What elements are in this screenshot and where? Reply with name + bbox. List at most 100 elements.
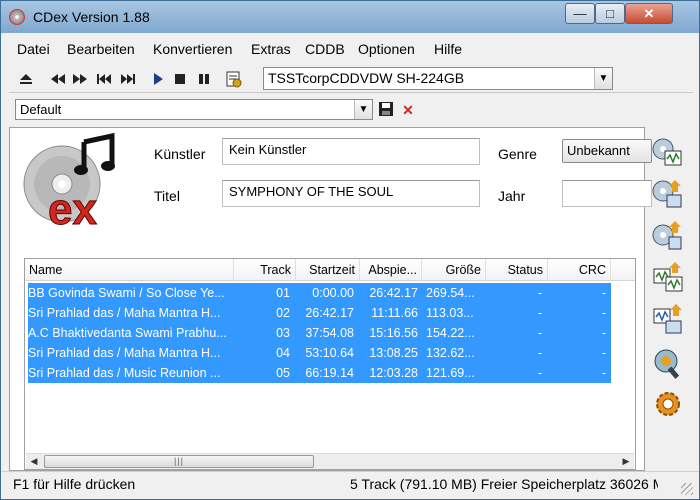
track-status: -: [537, 326, 542, 340]
scroll-right-icon[interactable]: ▶: [618, 454, 634, 469]
track-list[interactable]: Name Track Startzeit Abspie... Größe Sta…: [24, 258, 636, 470]
track-number: 01: [276, 286, 290, 300]
rewind-button[interactable]: [47, 69, 69, 89]
resize-grip[interactable]: [681, 483, 693, 495]
menu-bearbeiten[interactable]: Bearbeiten: [67, 41, 135, 57]
track-crc: -: [601, 326, 606, 340]
fast-forward-icon: [73, 74, 87, 84]
track-name: A.C Bhaktivedanta Swami Prabhu...: [28, 326, 227, 340]
menu-bar: Datei Bearbeiten Konvertieren Extras CDD…: [9, 39, 693, 61]
menu-optionen[interactable]: Optionen: [358, 41, 415, 57]
menu-extras[interactable]: Extras: [251, 41, 291, 57]
stop-button[interactable]: [169, 69, 191, 89]
settings-gear-icon[interactable]: [651, 387, 685, 421]
play-button[interactable]: [147, 69, 169, 89]
save-profile-button[interactable]: [377, 101, 395, 119]
window-title: CDex Version 1.88: [33, 9, 150, 25]
fast-forward-button[interactable]: [69, 69, 91, 89]
convert-mp3-icon[interactable]: [651, 303, 685, 337]
cd-drive-value: TSSTcorpCDDVDW SH-224GB: [268, 70, 465, 86]
chevron-down-icon: ▼: [354, 100, 372, 119]
table-row[interactable]: Sri Prahlad das / Music Reunion ... 05 6…: [28, 363, 611, 383]
close-button[interactable]: ✕: [625, 3, 673, 24]
horizontal-scrollbar[interactable]: ◀ ||| ▶: [26, 453, 634, 469]
column-track[interactable]: Track: [234, 259, 296, 281]
play-icon: [154, 73, 163, 85]
track-play-time: 13:08.25: [369, 346, 418, 360]
maximize-button[interactable]: □: [595, 3, 625, 24]
column-status[interactable]: Status: [486, 259, 548, 281]
column-crc[interactable]: CRC: [548, 259, 611, 281]
eject-button[interactable]: [15, 69, 37, 89]
track-size: 132.62...: [426, 346, 475, 360]
cdex-logo: ex: [23, 132, 115, 228]
genre-select[interactable]: Unbekannt: [562, 139, 652, 163]
table-row[interactable]: A.C Bhaktivedanta Swami Prabhu... 03 37:…: [28, 323, 611, 343]
skip-forward-icon: [121, 74, 135, 84]
column-name[interactable]: Name: [25, 259, 234, 281]
track-number: 05: [276, 366, 290, 380]
extract-wav-icon[interactable]: [651, 135, 685, 169]
track-start: 0:00.00: [312, 286, 354, 300]
title-bar[interactable]: CDex Version 1.88 — □ ✕: [1, 1, 699, 33]
year-label: Jahr: [498, 188, 526, 204]
table-row[interactable]: Sri Prahlad das / Maha Mantra H... 04 53…: [28, 343, 611, 363]
eject-icon: [20, 74, 32, 84]
menu-hilfe[interactable]: Hilfe: [434, 41, 462, 57]
year-input[interactable]: [562, 180, 652, 207]
scrollbar-thumb[interactable]: |||: [44, 455, 314, 468]
cd-info-button[interactable]: [223, 69, 245, 89]
status-disk-info: 5 Track (791.10 MB) Freier Speicherplatz…: [350, 476, 658, 492]
track-play-time: 12:03.28: [369, 366, 418, 380]
artist-input[interactable]: Kein Künstler: [222, 138, 480, 165]
track-name: Sri Prahlad das / Maha Mantra H...: [28, 346, 221, 360]
rewind-icon: [51, 74, 65, 84]
menu-konvertieren[interactable]: Konvertieren: [153, 41, 232, 57]
minimize-button[interactable]: —: [565, 3, 595, 24]
column-start[interactable]: Startzeit: [296, 259, 360, 281]
menu-datei[interactable]: Datei: [17, 41, 50, 57]
profile-toolbar: Default ▼ ✕: [9, 97, 693, 125]
title-input[interactable]: SYMPHONY OF THE SOUL: [222, 180, 480, 207]
genre-label: Genre: [498, 146, 537, 162]
track-start: 53:10.64: [305, 346, 354, 360]
track-size: 154.22...: [426, 326, 475, 340]
column-play-time[interactable]: Abspie...: [360, 259, 422, 281]
track-status: -: [537, 286, 542, 300]
track-crc: -: [601, 306, 606, 320]
play-files-icon[interactable]: [651, 347, 685, 381]
chevron-down-icon: ▼: [594, 68, 612, 89]
track-start: 37:54.08: [305, 326, 354, 340]
column-size[interactable]: Größe: [422, 259, 486, 281]
pause-button[interactable]: [193, 69, 215, 89]
player-toolbar: TSSTcorpCDDVDW SH-224GB ▼: [9, 65, 693, 93]
profile-select[interactable]: Default ▼: [15, 99, 373, 120]
status-bar: F1 für Hilfe drücken 5 Track (791.10 MB)…: [1, 471, 699, 499]
track-play-time: 11:11.66: [371, 306, 418, 320]
next-track-button[interactable]: [117, 69, 139, 89]
delete-profile-button[interactable]: ✕: [399, 101, 417, 119]
track-start: 26:42.17: [305, 306, 354, 320]
save-icon: [379, 102, 393, 116]
convert-wav-icon[interactable]: [651, 261, 685, 295]
cdex-app-icon: [9, 9, 25, 25]
stop-icon: [175, 74, 185, 84]
track-number: 04: [276, 346, 290, 360]
track-crc: -: [601, 346, 606, 360]
table-row[interactable]: Sri Prahlad das / Maha Mantra H... 02 26…: [28, 303, 611, 323]
track-start: 66:19.14: [305, 366, 354, 380]
scroll-left-icon[interactable]: ◀: [26, 454, 42, 469]
artist-label: Künstler: [154, 146, 206, 162]
previous-track-button[interactable]: [93, 69, 115, 89]
extract-partial-icon[interactable]: [651, 219, 685, 253]
cd-drive-select[interactable]: TSSTcorpCDDVDW SH-224GB ▼: [263, 67, 613, 90]
title-label: Titel: [154, 188, 180, 204]
status-help-text: F1 für Hilfe drücken: [13, 476, 136, 492]
track-play-time: 26:42.17: [369, 286, 418, 300]
track-status: -: [537, 306, 542, 320]
track-name: Sri Prahlad das / Music Reunion ...: [28, 366, 221, 380]
table-row[interactable]: BB Govinda Swami / So Close Ye... 01 0:0…: [28, 283, 611, 303]
menu-cddb[interactable]: CDDB: [305, 41, 345, 57]
extract-mp3-icon[interactable]: [651, 177, 685, 211]
skip-back-icon: [97, 74, 111, 84]
